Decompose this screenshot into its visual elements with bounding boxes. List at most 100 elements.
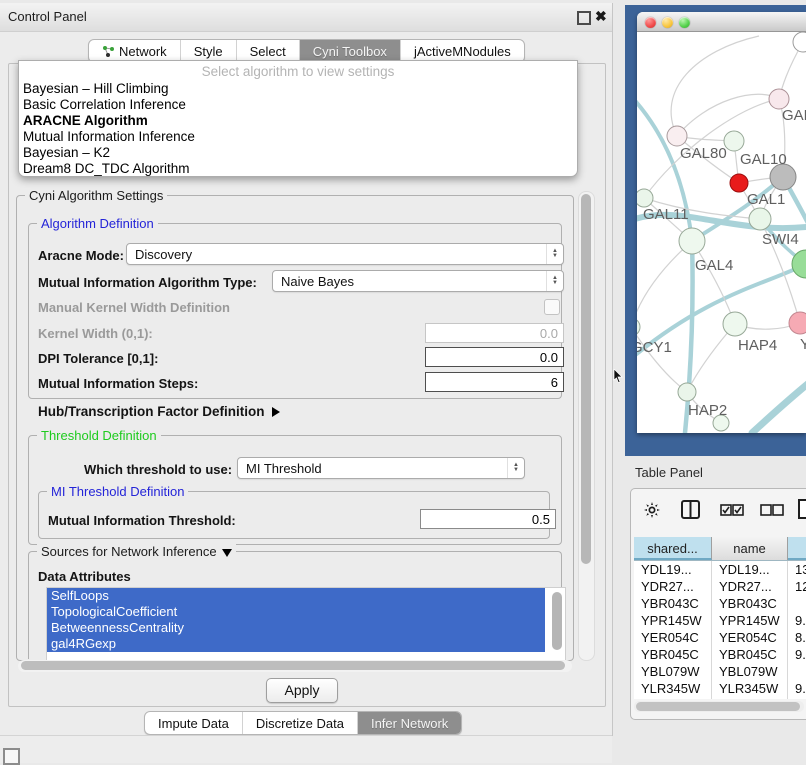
split-columns-icon[interactable] [681,500,700,524]
network-node-gal11[interactable] [637,189,653,207]
data-attribute-item[interactable]: SelfLoops [47,588,545,604]
settings-vertical-scrollbar[interactable] [578,191,595,661]
table-row[interactable]: YIL052CYIL052C9 [634,697,806,699]
minimize-window-icon[interactable] [662,17,673,28]
algorithm-option[interactable]: Bayesian – Hill Climbing [19,81,577,97]
mi-steps-field[interactable]: 6 [425,372,564,392]
table-row[interactable]: YPR145WYPR145W9. [634,612,806,629]
vscroll-thumb[interactable] [581,194,591,564]
algorithm-option[interactable]: ARACNE Algorithm [19,113,577,129]
tab-label: Cyni Toolbox [313,44,387,59]
mi-type-combobox[interactable]: Naive Bayes ▲▼ [272,270,564,292]
network-canvas[interactable]: GALGAL80GAL10GAL1GAL11SWI4GAL4GCY1HAP4YH… [637,32,806,433]
table-cell: YLR345W [634,680,712,697]
column-header[interactable] [788,537,806,560]
table-cell: 12 [788,578,806,595]
close-window-icon[interactable] [645,17,656,28]
data-attribute-item[interactable]: gal4RGexp [47,636,545,652]
table-cell: YER054C [634,629,712,646]
mi-type-label: Mutual Information Algorithm Type: [38,275,257,290]
algorithm-option[interactable]: Basic Correlation Inference [19,97,577,113]
table-cell: YDR27... [634,578,712,595]
network-node[interactable] [793,32,806,52]
column-header[interactable]: name [712,537,788,560]
table-cell: YBL079W [634,663,712,680]
table-row[interactable]: YDL19...YDL19...13 [634,561,806,578]
network-node-hap2[interactable] [678,383,696,401]
data-attribute-item[interactable]: TopologicalCoefficient [47,604,545,620]
node-label: GAL [782,107,806,124]
apply-button[interactable]: Apply [266,678,338,703]
select-all-checkboxes-icon[interactable] [720,503,744,521]
algorithm-dropdown-list: Bayesian – Hill ClimbingBasic Correlatio… [19,81,577,177]
column-header[interactable]: shared... [634,537,712,560]
network-node-gal1[interactable] [730,174,748,192]
hub-definition-toggle[interactable]: Hub/Transcription Factor Definition [38,404,280,419]
collapsed-arrow-icon [272,407,280,417]
algorithm-option[interactable]: Mutual Information Inference [19,129,577,145]
table-cell: YLR345W [712,680,788,697]
table-row[interactable]: YER054CYER054C8. [634,629,806,646]
tab-discretize-data[interactable]: Discretize Data [243,712,358,734]
table-cell: YIL052C [712,697,788,699]
sources-title[interactable]: Sources for Network Inference [37,544,236,559]
network-node-gal4[interactable] [679,228,705,254]
tab-label: Network [119,44,167,59]
network-node-gal10[interactable] [724,131,744,151]
table-horizontal-scrollbar[interactable] [634,701,804,712]
network-node-swi4[interactable] [749,208,771,230]
algorithm-option[interactable]: Dream8 DC_TDC Algorithm [19,161,577,177]
table-row[interactable]: YLR345WYLR345W9. [634,680,806,697]
kernel-width-label: Kernel Width (0,1): [38,326,153,341]
table-cell: 9 [788,697,806,699]
deselect-all-checkboxes-icon[interactable] [760,503,784,521]
network-node-y[interactable] [789,312,806,334]
tab-select[interactable]: Select [237,40,300,62]
combo-arrows-icon: ▲▼ [507,458,524,478]
tab-style[interactable]: Style [181,40,237,62]
tab-infer-network[interactable]: Infer Network [358,712,461,734]
list-vscroll-thumb[interactable] [552,592,562,650]
tab-label: Select [250,44,286,59]
zoom-window-icon[interactable] [679,17,690,28]
tab-jactivemnodules[interactable]: jActiveMNodules [401,40,524,62]
hscroll-thumb[interactable] [21,661,565,670]
settings-horizontal-scrollbar[interactable] [18,660,572,672]
network-node-labels: GALGAL80GAL10GAL1GAL11SWI4GAL4GCY1HAP4YH… [637,107,806,419]
network-node-gal80[interactable] [667,126,687,146]
gear-icon[interactable] [643,501,661,524]
algorithm-dropdown-popup: Select algorithm to view settings Bayesi… [18,60,578,177]
node-table[interactable]: shared...name YDL19...YDL19...13YDR27...… [634,537,806,699]
float-panel-icon[interactable] [577,11,591,25]
network-view-panel[interactable]: GALGAL80GAL10GAL1GAL11SWI4GAL4GCY1HAP4YH… [625,5,806,459]
which-threshold-combobox[interactable]: MI Threshold ▲▼ [237,457,525,479]
table-hscroll-thumb[interactable] [636,702,800,711]
data-attributes-list[interactable]: SelfLoopsTopologicalCoefficientBetweenne… [46,587,566,661]
tab-cyni-toolbox[interactable]: Cyni Toolbox [300,40,401,62]
restore-panel-icon[interactable] [3,748,20,765]
network-node-hap4[interactable] [723,312,747,336]
mi-threshold-field[interactable]: 0.5 [420,509,556,529]
data-attribute-item[interactable]: BetweennessCentrality [47,620,545,636]
table-row[interactable]: YBR045CYBR045C9. [634,646,806,663]
tab-impute-data[interactable]: Impute Data [145,712,243,734]
tab-network[interactable]: Network [89,40,181,62]
aracne-mode-combobox[interactable]: Discovery ▲▼ [126,243,564,265]
node-label: GAL4 [695,257,733,274]
algorithm-option[interactable]: Bayesian – K2 [19,145,577,161]
network-node-gcy1[interactable] [637,318,640,336]
node-label: SWI4 [762,231,799,248]
table-cell: YBR043C [712,595,788,612]
kernel-width-field[interactable]: 0.0 [425,323,564,343]
close-panel-icon[interactable]: ✖ [595,8,607,25]
new-table-icon[interactable] [797,498,806,525]
table-row[interactable]: YBL079WYBL079W [634,663,806,680]
table-row[interactable]: YDR27...YDR27...12 [634,578,806,595]
table-row[interactable]: YBR043CYBR043C [634,595,806,612]
network-node-gal[interactable] [769,89,789,109]
dpi-tolerance-field[interactable]: 0.0 [425,347,564,367]
network-window: GALGAL80GAL10GAL1GAL11SWI4GAL4GCY1HAP4YH… [637,12,806,433]
manual-kernel-checkbox[interactable] [544,299,560,315]
network-window-titlebar [637,12,806,32]
table-panel-title: Table Panel [635,465,703,480]
